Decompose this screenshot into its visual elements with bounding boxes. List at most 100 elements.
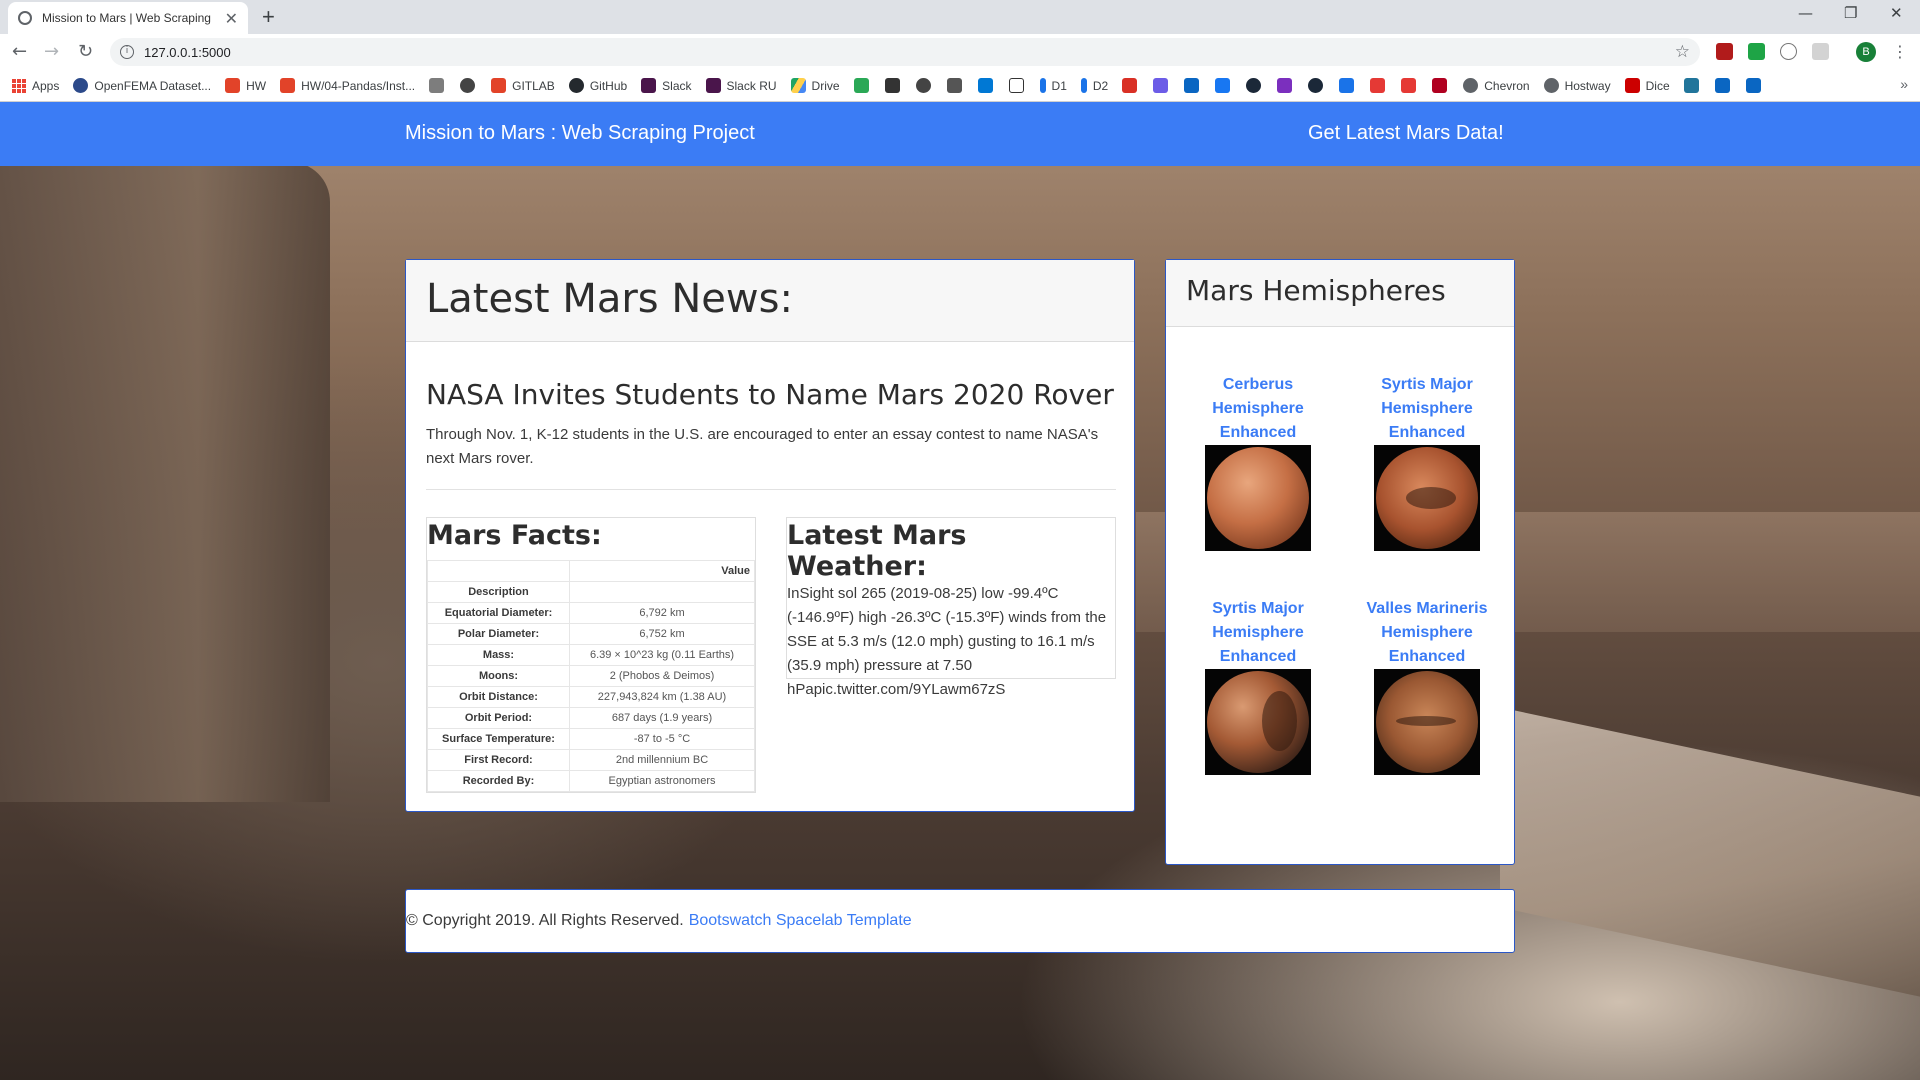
mail-icon[interactable] <box>1153 78 1169 93</box>
hemisphere-item-syrtis-major-2[interactable]: Syrtis Major Hemisphere Enhanced <box>1183 597 1333 775</box>
restore-icon[interactable]: ❐ <box>1844 4 1857 22</box>
profile-avatar[interactable]: B <box>1856 42 1876 62</box>
table-row: First Record: 2nd millennium BC <box>427 749 755 771</box>
bookmark-hostway[interactable]: Hostway <box>1543 78 1611 93</box>
scrape-button[interactable]: Get Latest Mars Data! <box>1308 122 1504 145</box>
bookmark-dice[interactable]: Dice <box>1624 78 1670 93</box>
table-row: Recorded By: Egyptian astronomers <box>427 770 755 792</box>
key-icon[interactable] <box>1339 78 1355 93</box>
wordpress-icon[interactable] <box>1683 78 1699 93</box>
hemisphere-image[interactable] <box>1374 445 1480 551</box>
navbar-brand[interactable]: Mission to Mars : Web Scraping Project <box>405 122 755 145</box>
ddd-icon[interactable] <box>946 78 962 93</box>
fact-label: Moons: <box>427 665 570 687</box>
bookmark-d2[interactable]: D2 <box>1080 78 1108 93</box>
checkmark-extension-icon[interactable] <box>1748 43 1765 60</box>
fact-label: Recorded By: <box>427 770 570 792</box>
mars-globe-image <box>1207 447 1309 549</box>
divider <box>426 489 1116 490</box>
adobe-icon[interactable] <box>1401 78 1417 93</box>
globe-icon <box>1543 78 1559 93</box>
bookmark-github[interactable]: GitHub <box>568 78 627 93</box>
gmail-icon[interactable] <box>1122 78 1138 93</box>
background-lander-panel <box>0 162 330 802</box>
table-row: Equatorial Diameter: 6,792 km <box>427 602 755 624</box>
bookmark-slack[interactable]: Slack <box>641 78 692 93</box>
bookmark-hw-pandas[interactable]: HW/04-Pandas/Inst... <box>280 78 415 93</box>
bookmark-star-icon[interactable]: ☆ <box>1675 42 1690 62</box>
bookmark-gitlab[interactable]: GITLAB <box>491 78 555 93</box>
back-icon[interactable]: ← <box>12 41 27 62</box>
description-header: Description <box>427 581 570 603</box>
steam-icon[interactable] <box>1308 78 1324 93</box>
facebook-icon[interactable] <box>1215 78 1231 93</box>
p-icon[interactable] <box>1432 78 1448 93</box>
bookmark-chevron[interactable]: Chevron <box>1463 78 1530 93</box>
news-heading: Latest Mars News: <box>426 276 793 322</box>
cast-extension-icon[interactable] <box>1812 43 1829 60</box>
hemisphere-image[interactable] <box>1205 669 1311 775</box>
fact-value: Egyptian astronomers <box>569 770 755 792</box>
globe-icon[interactable] <box>915 78 931 93</box>
patreon-icon[interactable] <box>1277 78 1293 93</box>
bookmark-drive[interactable]: Drive <box>790 78 840 93</box>
fact-label: Polar Diameter: <box>427 623 570 645</box>
weather-text: InSight sol 265 (2019-08-25) low -99.4ºC… <box>787 585 1107 698</box>
more-bookmarks-icon[interactable]: » <box>1900 76 1908 92</box>
mars-facts: Mars Facts: Value Description Equatorial… <box>426 517 756 793</box>
linkedin-icon[interactable] <box>1184 78 1200 93</box>
bookmark-hw[interactable]: HW <box>225 78 266 93</box>
fact-label: Mass: <box>427 644 570 666</box>
extension-icon[interactable] <box>1780 43 1797 60</box>
fact-value: -87 to -5 °C <box>569 728 755 750</box>
wikipedia-icon[interactable] <box>1008 78 1024 93</box>
hemisphere-item-syrtis-major[interactable]: Syrtis Major Hemisphere Enhanced <box>1352 373 1502 551</box>
bookmark-d1[interactable]: D1 <box>1039 78 1067 93</box>
mars-globe-image <box>1207 671 1309 773</box>
fact-value: 6.39 × 10^23 kg (0.11 Earths) <box>569 644 755 666</box>
minimize-icon[interactable]: — <box>1798 4 1813 22</box>
hemisphere-title[interactable]: Syrtis Major Hemisphere Enhanced <box>1183 597 1333 669</box>
site-info-icon[interactable]: i <box>120 45 134 59</box>
hemisphere-item-cerberus[interactable]: Cerberus Hemisphere Enhanced <box>1183 373 1333 551</box>
hemisphere-title[interactable]: Cerberus Hemisphere Enhanced <box>1183 373 1333 445</box>
linkedin-icon[interactable] <box>1714 78 1730 93</box>
pdf-extension-icon[interactable] <box>1716 43 1733 60</box>
hemisphere-item-valles-marineris[interactable]: Valles Marineris Hemisphere Enhanced <box>1352 597 1502 775</box>
news-card: Latest Mars News: NASA Invites Students … <box>405 259 1135 812</box>
globe-icon[interactable] <box>460 78 476 93</box>
address-bar[interactable]: i 127.0.0.1:5000 ☆ <box>110 38 1700 66</box>
new-tab-icon[interactable]: + <box>262 4 275 30</box>
shield-icon[interactable] <box>429 78 445 93</box>
wave-icon[interactable] <box>1370 78 1386 93</box>
news-card-header: Latest Mars News: <box>406 260 1134 342</box>
reload-icon[interactable]: ↻ <box>78 41 93 62</box>
gitlab-icon <box>225 78 241 93</box>
tab-title: Mission to Mars | Web Scraping <box>42 11 211 25</box>
hemisphere-title[interactable]: Syrtis Major Hemisphere Enhanced <box>1352 373 1502 445</box>
bookmark-slack-ru[interactable]: Slack RU <box>705 78 777 93</box>
bookmark-apps[interactable]: Apps <box>12 78 59 93</box>
copyright-text: © Copyright 2019. All Rights Reserved. <box>406 912 684 929</box>
menu-icon[interactable]: ⋮ <box>1892 42 1908 61</box>
bookmark-openfema[interactable]: OpenFEMA Dataset... <box>73 78 211 93</box>
linkedin-icon[interactable] <box>1745 78 1761 93</box>
template-link[interactable]: Bootswatch Spacelab Template <box>689 912 912 930</box>
chart-icon[interactable] <box>884 78 900 93</box>
hemisphere-image[interactable] <box>1374 669 1480 775</box>
close-tab-icon[interactable]: ✕ <box>225 9 238 28</box>
hemisphere-title[interactable]: Valles Marineris Hemisphere Enhanced <box>1352 597 1502 669</box>
browser-tab[interactable]: Mission to Mars | Web Scraping ✕ <box>8 2 248 34</box>
close-window-icon[interactable]: ✕ <box>1890 4 1903 22</box>
dg-icon[interactable] <box>853 78 869 93</box>
fact-label: First Record: <box>427 749 570 771</box>
value-header: Value <box>569 560 755 582</box>
empty-header <box>427 560 570 582</box>
table-row: Polar Diameter: 6,752 km <box>427 623 755 645</box>
outlook-icon[interactable] <box>977 78 993 93</box>
steam-icon[interactable] <box>1246 78 1262 93</box>
fact-value: 687 days (1.9 years) <box>569 707 755 729</box>
bookmarks-bar: Apps OpenFEMA Dataset... HW HW/04-Pandas… <box>0 70 1920 102</box>
forward-icon[interactable]: → <box>44 41 59 62</box>
hemisphere-image[interactable] <box>1205 445 1311 551</box>
